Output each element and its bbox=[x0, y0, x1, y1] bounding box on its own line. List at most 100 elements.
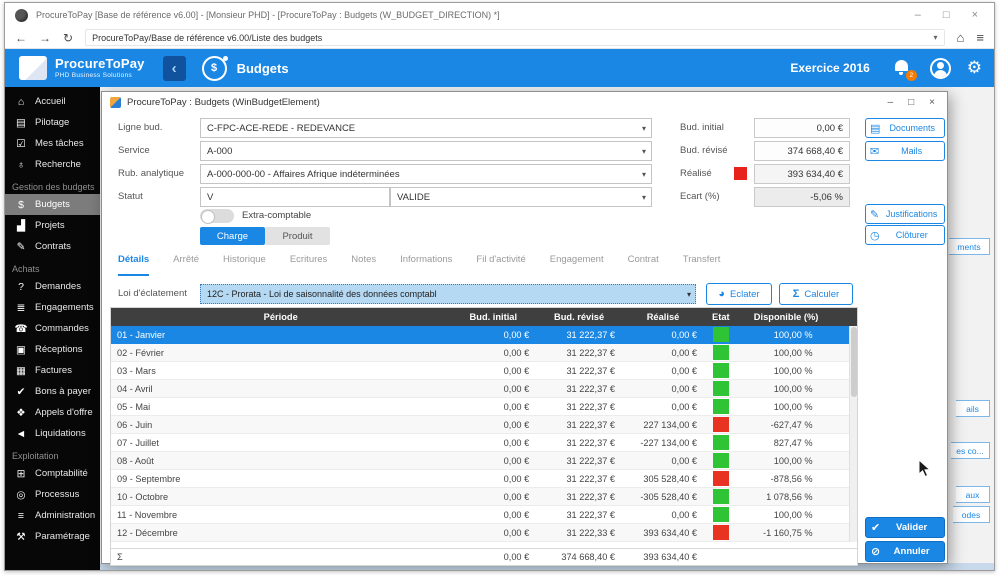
background-button-fragment[interactable]: ails bbox=[956, 400, 990, 417]
tab-informations[interactable]: Informations bbox=[400, 254, 452, 276]
sidebar-item-appels-offre[interactable]: ❖ Appels d'offre bbox=[5, 402, 100, 423]
sidebar-item-recherche[interactable]: ♁ Recherche bbox=[5, 154, 100, 175]
address-dropdown-icon[interactable]: ▾ bbox=[934, 33, 938, 42]
home-icon[interactable]: ⌂ bbox=[957, 28, 965, 48]
sidebar-item-administration[interactable]: ≡ Administration bbox=[5, 505, 100, 526]
cloturer-button[interactable]: ◷ Clôturer bbox=[865, 225, 945, 245]
sidebar-label: Pilotage bbox=[35, 117, 69, 128]
tab-arrete[interactable]: Arrêté bbox=[173, 254, 199, 276]
table-row[interactable]: 06 - Juin 0,00 € 31 222,37 € 227 134,00 … bbox=[111, 416, 857, 434]
sidebar-item-liquidations[interactable]: ◄ Liquidations bbox=[5, 423, 100, 444]
screen: ProcureToPay [Base de référence v6.00] -… bbox=[0, 0, 1000, 575]
table-row[interactable]: 08 - Août 0,00 € 31 222,37 € 0,00 € 100,… bbox=[111, 452, 857, 470]
sidebar-item-comptabilite[interactable]: ⊞ Comptabilité bbox=[5, 463, 100, 484]
tab-historique[interactable]: Historique bbox=[223, 254, 266, 276]
charge-button[interactable]: Charge bbox=[200, 227, 265, 245]
dialog-minimize-button[interactable]: – bbox=[888, 97, 894, 108]
sidebar-item-commandes[interactable]: ☎ Commandes bbox=[5, 318, 100, 339]
dialog-maximize-button[interactable]: □ bbox=[908, 97, 914, 108]
table-row[interactable]: 04 - Avril 0,00 € 31 222,37 € 0,00 € 100… bbox=[111, 380, 857, 398]
header-back-button[interactable]: ‹ bbox=[163, 56, 186, 81]
service-select[interactable]: A-000 bbox=[200, 141, 652, 161]
sidebar-item-mes-taches[interactable]: ☑ Mes tâches bbox=[5, 133, 100, 154]
annuler-button[interactable]: ⊘ Annuler bbox=[865, 541, 945, 562]
ecart-input[interactable]: -5,06 % bbox=[754, 187, 850, 207]
table-header-cell: Etat bbox=[704, 308, 738, 326]
tab-engagement[interactable]: Engagement bbox=[550, 254, 604, 276]
table-row[interactable]: 07 - Juillet 0,00 € 31 222,37 € -227 134… bbox=[111, 434, 857, 452]
background-button-fragment[interactable]: aux bbox=[956, 486, 990, 503]
table-scrollbar[interactable] bbox=[849, 326, 857, 542]
table-row[interactable]: 02 - Février 0,00 € 31 222,37 € 0,00 € 1… bbox=[111, 344, 857, 362]
rub-analytique-select[interactable]: A-000-000-00 - Affaires Afrique indéterm… bbox=[200, 164, 652, 184]
sidebar-item-factures[interactable]: ▦ Factures bbox=[5, 360, 100, 381]
sum-filler bbox=[835, 549, 857, 565]
maximize-button[interactable]: □ bbox=[943, 8, 950, 22]
refresh-icon[interactable]: ↻ bbox=[63, 28, 73, 48]
statut-value-select[interactable]: VALIDE bbox=[390, 187, 652, 207]
tenders-icon: ❖ bbox=[14, 407, 28, 419]
table-row[interactable]: 01 - Janvier 0,00 € 31 222,37 € 0,00 € 1… bbox=[111, 326, 857, 344]
sidebar-item-demandes[interactable]: ? Demandes bbox=[5, 276, 100, 297]
sidebar-item-accueil[interactable]: ⌂ Accueil bbox=[5, 91, 100, 112]
sidebar-item-contrats[interactable]: ✎ Contrats bbox=[5, 236, 100, 257]
user-profile-icon[interactable] bbox=[930, 58, 951, 79]
bud-revise-input[interactable]: 374 668,40 € bbox=[754, 141, 850, 161]
pie-chart-icon: ◕ bbox=[718, 288, 725, 300]
gear-icon[interactable]: ⚙ bbox=[967, 58, 982, 78]
sidebar-item-pilotage[interactable]: ▤ Pilotage bbox=[5, 112, 100, 133]
bud-revise-cell: 31 222,37 € bbox=[536, 416, 622, 433]
loi-eclatement-select[interactable]: 12C - Prorata - Loi de saisonnalité des … bbox=[200, 284, 696, 304]
sidebar-label: Contrats bbox=[35, 241, 71, 252]
tab-details[interactable]: Détails bbox=[118, 254, 149, 276]
tab-ecritures[interactable]: Ecritures bbox=[290, 254, 327, 276]
back-icon[interactable]: ← bbox=[15, 28, 27, 48]
dialog-close-button[interactable]: × bbox=[929, 97, 935, 108]
minimize-button[interactable]: – bbox=[915, 8, 921, 22]
background-button-fragment[interactable]: odes bbox=[953, 506, 990, 523]
table-row[interactable]: 10 - Octobre 0,00 € 31 222,37 € -305 528… bbox=[111, 488, 857, 506]
disponible-cell: 827,47 % bbox=[738, 434, 835, 451]
table-row[interactable]: 11 - Novembre 0,00 € 31 222,37 € 0,00 € … bbox=[111, 506, 857, 524]
table-row[interactable]: 03 - Mars 0,00 € 31 222,37 € 0,00 € 100,… bbox=[111, 362, 857, 380]
sidebar-item-projets[interactable]: ▟ Projets bbox=[5, 215, 100, 236]
forward-icon[interactable]: → bbox=[39, 28, 51, 48]
background-button-fragment[interactable]: es co... bbox=[951, 442, 990, 459]
produit-button[interactable]: Produit bbox=[265, 227, 330, 245]
sidebar-item-budgets[interactable]: $ Budgets bbox=[5, 194, 100, 215]
calculer-button[interactable]: Σ Calculer bbox=[779, 283, 853, 305]
mails-button[interactable]: ✉ Mails bbox=[865, 141, 945, 161]
sidebar-item-engagements[interactable]: ≣ Engagements bbox=[5, 297, 100, 318]
extra-comptable-toggle[interactable] bbox=[200, 209, 234, 223]
ligne-bud-select[interactable]: C-FPC-ACE-REDE - REDEVANCE bbox=[200, 118, 652, 138]
sidebar-item-bons-a-payer[interactable]: ✔ Bons à payer bbox=[5, 381, 100, 402]
etat-indicator bbox=[713, 345, 729, 360]
justifications-button[interactable]: ✎ Justifications bbox=[865, 204, 945, 224]
tab-fil-activite[interactable]: Fil d'activité bbox=[476, 254, 525, 276]
table-row[interactable]: 12 - Décembre 0,00 € 31 222,33 € 393 634… bbox=[111, 524, 857, 542]
clock-icon: ◷ bbox=[870, 229, 880, 242]
sum-initial: 0,00 € bbox=[450, 549, 536, 565]
etat-indicator bbox=[713, 507, 729, 522]
table-row[interactable]: 05 - Mai 0,00 € 31 222,37 € 0,00 € 100,0… bbox=[111, 398, 857, 416]
dashboard-icon: ▤ bbox=[14, 117, 28, 129]
sidebar-item-receptions[interactable]: ▣ Réceptions bbox=[5, 339, 100, 360]
sidebar-item-parametrage[interactable]: ⚒ Paramétrage bbox=[5, 526, 100, 547]
tab-notes[interactable]: Notes bbox=[351, 254, 376, 276]
bud-initial-input[interactable]: 0,00 € bbox=[754, 118, 850, 138]
table-row[interactable]: 09 - Septembre 0,00 € 31 222,37 € 305 52… bbox=[111, 470, 857, 488]
valider-button[interactable]: ✔ Valider bbox=[865, 517, 945, 538]
documents-button[interactable]: ▤ Documents bbox=[865, 118, 945, 138]
tab-transfert[interactable]: Transfert bbox=[683, 254, 721, 276]
realise-input[interactable]: 393 634,40 € bbox=[754, 164, 850, 184]
menu-icon[interactable]: ≡ bbox=[976, 28, 984, 48]
notifications-bell-icon[interactable]: 2 bbox=[892, 58, 912, 78]
close-button[interactable]: × bbox=[972, 8, 978, 22]
background-button-fragment[interactable]: ments bbox=[949, 238, 990, 255]
address-input[interactable]: ProcureToPay/Base de référence v6.00/Lis… bbox=[85, 29, 944, 46]
rub-analytique-label: Rub. analytique bbox=[118, 164, 198, 184]
sidebar-item-processus[interactable]: ◎ Processus bbox=[5, 484, 100, 505]
tab-contrat[interactable]: Contrat bbox=[628, 254, 659, 276]
statut-code-input[interactable]: V bbox=[200, 187, 390, 207]
eclater-button[interactable]: ◕ Eclater bbox=[706, 283, 772, 305]
